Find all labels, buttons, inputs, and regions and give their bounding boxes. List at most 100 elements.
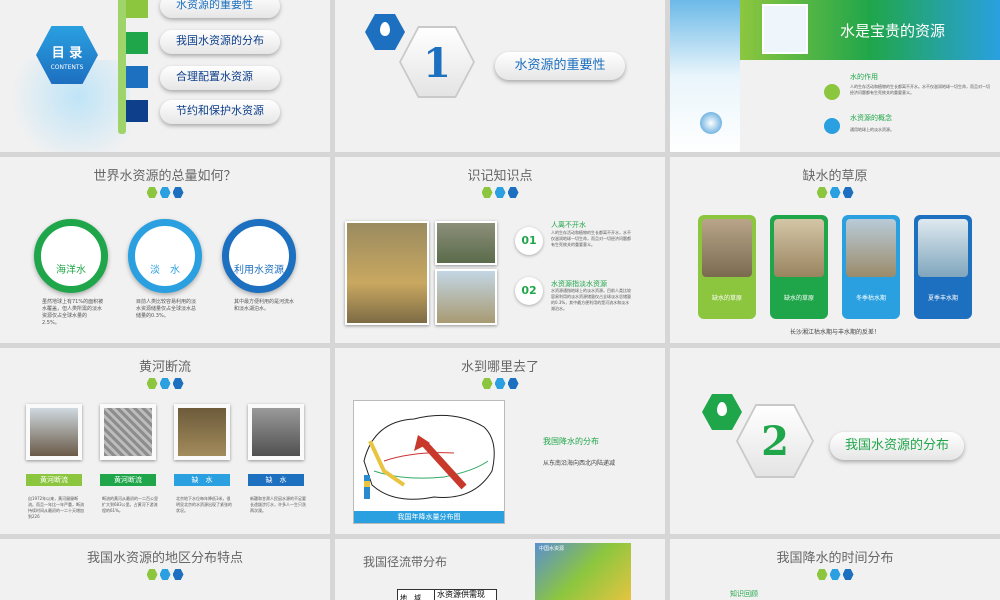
ocean-text: 虽然地球上有71%的面积被水覆盖，但人类所需的淡水资源仅占全球水量的2.5%。 — [42, 299, 104, 326]
usable-label: 利用水资源 — [234, 265, 284, 276]
label-1: 黄河断流 — [26, 474, 82, 486]
card-4-label: 夏季丰水期 — [927, 295, 958, 302]
fresh-label: 淡 水 — [150, 265, 180, 276]
precipitation-map: 我国年降水量分布图 — [353, 400, 505, 524]
pencil-icon — [126, 0, 148, 18]
slide-title: 我国水资源的地区分布特点 — [86, 551, 243, 566]
ocean-circle — [34, 219, 108, 293]
usable-text: 其中最方便利用的是河流水和淡水湖泊水。 — [234, 299, 295, 312]
item2-title: 水资源的概念 — [850, 114, 892, 122]
point-2-number: 02 — [515, 277, 543, 305]
pencil-icon — [126, 32, 148, 54]
section-title[interactable]: 水资源的重要性 — [495, 52, 625, 80]
card-1-label: 缺水的草原 — [711, 295, 742, 302]
slide-title: 世界水资源的总量如何？ — [93, 169, 237, 184]
faucet-image — [762, 4, 808, 54]
precip-text: 从东南沿海向西北内陆递减 — [543, 460, 616, 467]
point-1-title: 人离不开水 — [551, 221, 586, 229]
slide-where-water[interactable]: 水到哪里去了 我国年降水量分布图 我国降水的分布 从东南沿海向西北内陆递减 — [335, 348, 665, 534]
label-3: 缺 水 — [174, 474, 230, 486]
toc-item-1[interactable]: 水资源的重要性 — [160, 0, 280, 18]
hex-dots — [670, 187, 1000, 198]
table-col-2: 水资源供需现 — [434, 589, 485, 600]
slide-title: 我国径流带分布 — [363, 555, 448, 569]
pencil-icon — [126, 66, 148, 88]
hex-dots — [0, 187, 330, 198]
usable-circle — [222, 219, 296, 293]
hex-dots — [0, 378, 330, 389]
dead-tree-photo — [435, 269, 497, 325]
drop-glyph — [717, 402, 727, 416]
table-col-1: 地 域 — [400, 594, 421, 600]
review-label: 知识回顾 — [730, 590, 758, 598]
card-2-label: 缺水的草原 — [783, 295, 814, 302]
fresh-text: 目前人类比较容易利用的淡水资源储量仅占全球淡水总储量的0.3%。 — [136, 299, 197, 319]
toc-divider — [118, 0, 126, 134]
slide-regional[interactable]: 我国水资源的地区分布特点 — [0, 539, 330, 600]
precious-title: 水是宝贵的资源 — [840, 22, 946, 40]
slide-section-1[interactable]: 1 水资源的重要性 — [335, 0, 665, 152]
slide-precious[interactable]: 水是宝贵的资源 水的作用 人的生存活动和植物的生长都离不开水。水不仅滋润地球一切… — [670, 0, 1000, 152]
slide-runoff[interactable]: 我国径流带分布 地 域 水资源供需现 中国水资源 — [335, 539, 665, 600]
fresh-circle — [128, 219, 202, 293]
cracked-earth-photo — [100, 404, 156, 460]
dead-fish-photo — [435, 221, 497, 265]
slide-world-water[interactable]: 世界水资源的总量如何？ 海洋水 淡 水 利用水资源 虽然地球上有71%的面积被水… — [0, 157, 330, 343]
text-2: 断流的黄河从最初的一二百公里扩大到683公里。占黄河下游流程的61%。 — [102, 496, 158, 513]
toc-item-4[interactable]: 节约和保护水资源 — [160, 100, 280, 124]
point-2-text: 水资源通指地球上的淡水资源。目前人类比较容易利用的淡水资源储量仅占全球淡水总储量… — [551, 288, 631, 311]
slide-grassland[interactable]: 缺水的草原 缺水的草原 缺水的草原 冬季枯水期 夏季丰水期 长沙湘江枯水期与丰水… — [670, 157, 1000, 343]
slide-title: 缺水的草原 — [802, 169, 868, 184]
runoff-map: 中国水资源 — [535, 543, 631, 600]
map-title: 中国水资源 — [539, 546, 565, 552]
slide-title: 水到哪里去了 — [460, 360, 539, 375]
slide-yellow-river[interactable]: 黄河断流 黄河断流 黄河断流 缺 水 缺 水 自1972年以来，黄河屡屡断流。而… — [0, 348, 330, 534]
point-1-number: 01 — [515, 227, 543, 255]
text-3: 北京地下水位每年降低3米，很明显北京的水资源出现了紧张的状况。 — [176, 496, 232, 513]
slide-knowledge[interactable]: 识记知识点 01 人离不开水 人的生存活动和植物的生长都离不开水，水不仅滋润地球… — [335, 157, 665, 343]
hex-dots — [335, 378, 665, 389]
label-2: 黄河断流 — [100, 474, 156, 486]
slide-section-2[interactable]: 2 我国水资源的分布 — [670, 348, 1000, 534]
slide-timeline[interactable]: 我国降水的时间分布 知识回顾 — [670, 539, 1000, 600]
card-2-photo — [774, 219, 824, 277]
hex-dots — [335, 187, 665, 198]
china-map-svg — [363, 414, 495, 500]
hex-dots — [0, 569, 330, 580]
card-4-photo — [918, 219, 968, 277]
card-1-photo — [702, 219, 752, 277]
slide-toc[interactable]: 目 录 CONTENTS 水资源的重要性 我国水资源的分布 合理配置水资源 节约… — [0, 0, 330, 152]
toc-item-3[interactable]: 合理配置水资源 — [160, 66, 280, 90]
card-3-photo — [846, 219, 896, 277]
label-4: 缺 水 — [248, 474, 304, 486]
item1-text: 人的生存活动和植物的生长都离不开水。水不仅滋润地球一切生命，而且对一切经济问题都… — [850, 84, 990, 95]
people-photo — [174, 404, 230, 460]
toc-title: 目 录 — [51, 46, 83, 61]
section-number: 1 — [423, 40, 451, 87]
point-1-text: 人的生存活动和植物的生长都离不开水，水不仅滋润地球一切生命，而且对一切经济问题都… — [551, 230, 631, 247]
map-caption: 我国年降水量分布图 — [354, 511, 504, 523]
droplet-image — [700, 112, 722, 134]
text-1: 自1972年以来，黄河屡屡断流。而且一年比一年严重，断流持续时间从最初的一二十天… — [28, 496, 84, 519]
link-icon — [824, 84, 840, 100]
section-number: 2 — [761, 418, 789, 465]
precip-subtitle: 我国降水的分布 — [543, 437, 599, 446]
grassland-caption: 长沙湘江枯水期与丰水期的反差！ — [789, 329, 880, 336]
toc-subtitle: CONTENTS — [50, 64, 84, 71]
river-photo-1 — [26, 404, 82, 460]
supply-table: 地 域 水资源供需现 — [397, 589, 497, 600]
toc-item-2[interactable]: 我国水资源的分布 — [160, 30, 280, 54]
cart-icon — [824, 118, 840, 134]
pencil-icon — [126, 100, 148, 122]
slide-title: 识记知识点 — [467, 169, 533, 184]
card-3-label: 冬季枯水期 — [855, 295, 886, 302]
slide-title: 黄河断流 — [138, 360, 191, 375]
ocean-label: 海洋水 — [56, 265, 86, 276]
drought-photo — [345, 221, 429, 325]
drop-glyph — [380, 22, 390, 36]
water-carry-photo — [248, 404, 304, 460]
hex-dots — [670, 569, 1000, 580]
section-title[interactable]: 我国水资源的分布 — [830, 432, 964, 460]
slide-title: 我国降水的时间分布 — [776, 551, 894, 566]
text-4: 新疆和甘肃人民因水源的不足要长途跋涉打水，许多人一生只洗两次澡。 — [250, 496, 306, 513]
